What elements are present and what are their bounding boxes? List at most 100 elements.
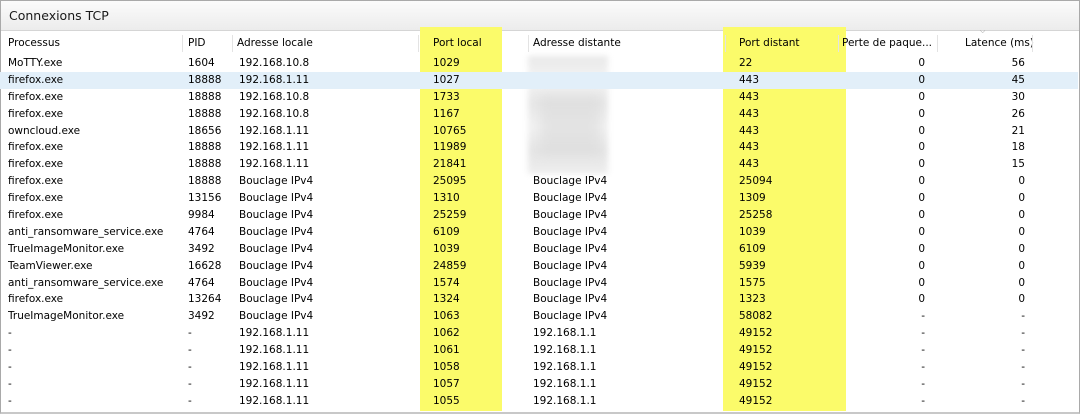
cell-local-addr: Bouclage IPv4 — [239, 209, 314, 222]
column-header-latency[interactable]: Latence (ms) — [965, 33, 1035, 53]
cell-process: - — [8, 394, 12, 407]
cell-remote-addr: 192.168.1.1 — [533, 394, 597, 407]
cell-local-addr: Bouclage IPv4 — [239, 192, 314, 205]
cell-packet-loss: - — [921, 327, 925, 340]
cell-packet-loss: 0 — [918, 209, 925, 222]
cell-process: - — [8, 344, 12, 357]
table-row[interactable]: anti_ransomware_service.exe 4764 Bouclage … — [0, 275, 1078, 292]
cell-pid: 18888 — [188, 141, 222, 154]
cell-local-addr: Bouclage IPv4 — [239, 175, 314, 188]
connections-table: MoTTY.exe 1604 192.168.10.8 1029 22 0 56 firefo… — [0, 55, 1078, 410]
column-separator[interactable] — [937, 35, 938, 52]
column-header-remote-port[interactable]: Port distant — [739, 33, 829, 53]
column-header-process[interactable]: Processus — [8, 33, 178, 53]
cell-latency: 21 — [1011, 124, 1025, 137]
cell-remote-addr — [533, 72, 683, 89]
cell-local-addr: Bouclage IPv4 — [239, 225, 314, 238]
cell-latency: 15 — [1011, 158, 1025, 171]
column-separator[interactable] — [418, 35, 419, 52]
column-separator[interactable] — [1032, 35, 1033, 52]
cell-latency: - — [1021, 327, 1025, 340]
cell-latency: 0 — [1018, 225, 1025, 238]
cell-local-addr: 192.168.1.11 — [239, 141, 310, 154]
table-row[interactable]: MoTTY.exe 1604 192.168.10.8 1029 22 0 56 — [0, 55, 1078, 72]
cell-remote-port: 22 — [739, 57, 753, 69]
cell-process: firefox.exe — [8, 141, 64, 154]
cell-packet-loss: 0 — [918, 276, 925, 289]
cell-process: MoTTY.exe — [8, 57, 63, 69]
table-row[interactable]: firefox.exe 18888 192.168.1.11 1027 443 0 45 — [0, 71, 1078, 89]
cell-local-addr: 192.168.1.11 — [239, 377, 310, 390]
cell-remote-addr: 192.168.1.1 — [533, 361, 597, 374]
cell-local-addr: Bouclage IPv4 — [239, 276, 314, 289]
column-header-local-addr[interactable]: Adresse locale — [237, 33, 387, 53]
cell-local-port: 6109 — [433, 225, 460, 238]
cell-packet-loss: - — [921, 310, 925, 323]
column-separator[interactable] — [725, 35, 726, 52]
cell-process: TrueImageMonitor.exe — [8, 310, 125, 323]
table-row[interactable]: - - 192.168.1.11 1057 192.168.1.1 49152 - - — [0, 376, 1078, 393]
cell-remote-port: 5939 — [739, 259, 766, 272]
table-row[interactable]: firefox.exe 13156 Bouclage IPv4 1310 Bouclag… — [0, 190, 1078, 207]
table-row[interactable]: - - 192.168.1.11 1058 192.168.1.1 49152 - - — [0, 359, 1078, 376]
table-row[interactable]: TrueImageMonitor.exe 3492 Bouclage IPv4 106… — [0, 308, 1078, 325]
cell-packet-loss: 0 — [918, 73, 925, 86]
cell-pid: 4764 — [188, 225, 215, 238]
cell-remote-addr: Bouclage IPv4 — [533, 293, 608, 306]
cell-remote-port: 1575 — [739, 276, 766, 289]
cell-local-port: 1061 — [433, 344, 460, 357]
cell-remote-addr: Bouclage IPv4 — [533, 310, 608, 323]
table-row[interactable]: TrueImageMonitor.exe 3492 Bouclage IPv4 103… — [0, 241, 1078, 258]
cell-latency: 0 — [1018, 293, 1025, 306]
column-header-pid[interactable]: PID — [188, 33, 228, 53]
cell-latency: 56 — [1011, 57, 1025, 69]
table-row[interactable]: - - 192.168.1.11 1062 192.168.1.1 49152 - - — [0, 325, 1078, 342]
cell-packet-loss: - — [921, 344, 925, 357]
cell-process: anti_ransomware_service.exe — [8, 276, 164, 289]
column-separator[interactable] — [528, 35, 529, 52]
cell-local-addr: 192.168.10.8 — [239, 90, 310, 103]
table-row[interactable]: TeamViewer.exe 16628 Bouclage IPv4 24859 Bou… — [0, 258, 1078, 275]
cell-remote-addr: Bouclage IPv4 — [533, 242, 608, 255]
cell-remote-addr: Bouclage IPv4 — [533, 175, 608, 188]
table-row[interactable]: firefox.exe 18888 192.168.10.8 1733 443 0 30 — [0, 89, 1078, 106]
table-row[interactable]: firefox.exe 18888 192.168.1.11 21841 443 0 15 — [0, 156, 1078, 173]
cell-packet-loss: 0 — [918, 57, 925, 69]
cell-local-port: 21841 — [433, 158, 467, 171]
table-row[interactable]: firefox.exe 18888 Bouclage IPv4 25095 Boucla… — [0, 173, 1078, 190]
cell-pid: 18888 — [188, 73, 222, 86]
cell-process: TrueImageMonitor.exe — [8, 242, 125, 255]
table-row[interactable]: - - 192.168.1.11 1055 192.168.1.1 49152 - - — [0, 393, 1078, 410]
cell-latency: 0 — [1018, 192, 1025, 205]
cell-pid: 3492 — [188, 242, 215, 255]
cell-local-port: 1062 — [433, 327, 460, 340]
cell-packet-loss: 0 — [918, 175, 925, 188]
cell-packet-loss: 0 — [918, 141, 925, 154]
column-header-packet-loss[interactable]: Perte de paque... — [842, 33, 937, 53]
column-separator[interactable] — [232, 35, 233, 52]
cell-process: owncloud.exe — [8, 124, 81, 137]
cell-remote-addr: 192.168.1.1 — [533, 327, 597, 340]
table-row[interactable]: - - 192.168.1.11 1061 192.168.1.1 49152 - - — [0, 342, 1078, 359]
column-separator[interactable] — [182, 35, 183, 52]
table-row[interactable]: owncloud.exe 18656 192.168.1.11 10765 443 0 21 — [0, 123, 1078, 140]
table-row[interactable]: anti_ransomware_service.exe 4764 Bouclage … — [0, 224, 1078, 241]
cell-packet-loss: - — [921, 377, 925, 390]
title-bar: Connexions TCP — [1, 1, 1079, 31]
table-row[interactable]: firefox.exe 9984 Bouclage IPv4 25259 Bouclag… — [0, 207, 1078, 224]
table-row[interactable]: firefox.exe 13264 Bouclage IPv4 1324 Bouclag… — [0, 291, 1078, 308]
cell-packet-loss: - — [921, 394, 925, 407]
cell-remote-port: 25258 — [739, 209, 773, 222]
cell-pid: 4764 — [188, 276, 215, 289]
column-separator[interactable] — [838, 35, 839, 52]
column-header-local-port[interactable]: Port local — [433, 33, 518, 53]
cell-remote-addr: Bouclage IPv4 — [533, 192, 608, 205]
cell-process: anti_ransomware_service.exe — [8, 225, 164, 238]
table-row[interactable]: firefox.exe 18888 192.168.1.11 11989 443 0 18 — [0, 139, 1078, 156]
column-header-remote-addr[interactable]: Adresse distante — [533, 33, 683, 53]
cell-pid: 18888 — [188, 90, 222, 103]
cell-local-addr: 192.168.1.11 — [239, 361, 310, 374]
cell-remote-port: 443 — [739, 141, 760, 154]
table-row[interactable]: firefox.exe 18888 192.168.10.8 1167 443 0 26 — [0, 106, 1078, 123]
cell-remote-addr: Bouclage IPv4 — [533, 259, 608, 272]
